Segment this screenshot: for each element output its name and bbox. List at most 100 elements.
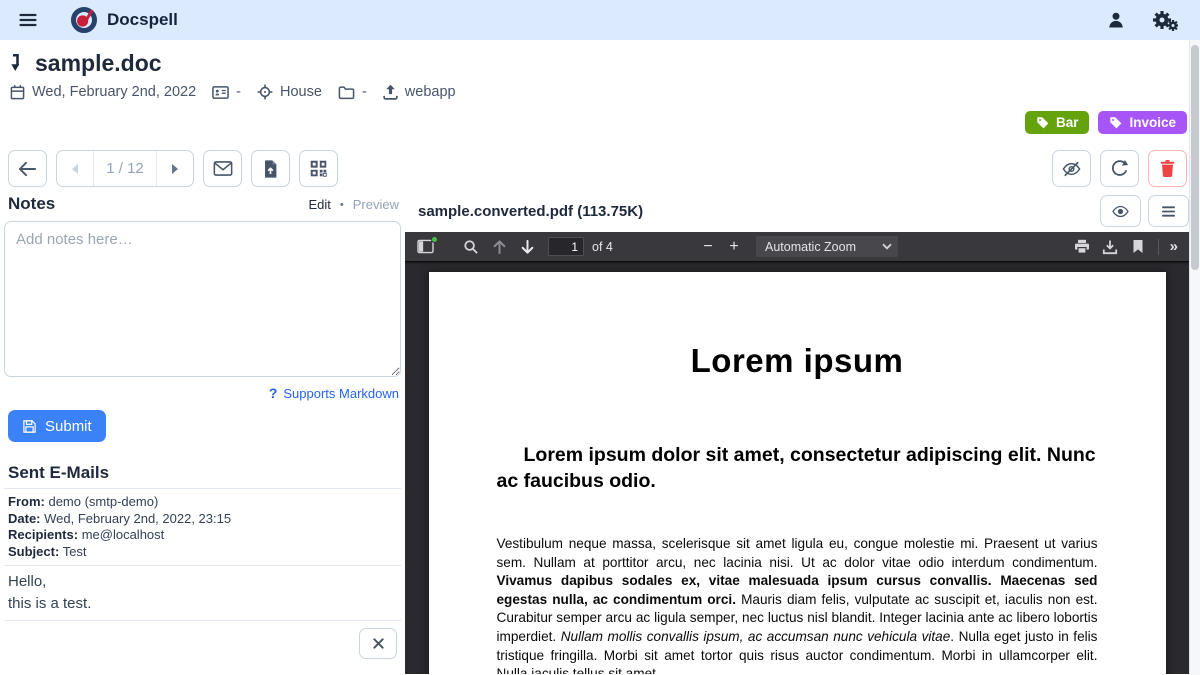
calendar-icon [10, 84, 25, 100]
mail-date-value: Wed, February 2nd, 2022, 23:15 [44, 511, 231, 526]
pdf-scroll-area[interactable]: Lorem ipsum Lorem ipsum dolor sit amet, … [405, 262, 1189, 674]
notes-tab-preview[interactable]: Preview [353, 197, 399, 212]
menu-icon[interactable] [16, 8, 40, 32]
subject-label: Subject: [8, 544, 59, 559]
pdf-page-up-button[interactable] [486, 235, 512, 259]
tab-separator-dot: • [340, 199, 344, 211]
caret-left-icon [72, 164, 78, 174]
arrow-down-icon [520, 239, 535, 255]
zoom-out-button[interactable]: − [696, 239, 720, 255]
save-icon [22, 419, 37, 434]
pdf-viewer: of 4 − + Automatic Zoom [405, 232, 1189, 674]
date-value: Wed, February 2nd, 2022 [32, 84, 196, 100]
unconfirm-button[interactable] [1052, 150, 1091, 187]
reprocess-button[interactable] [1100, 150, 1139, 187]
divider [4, 620, 401, 621]
pdf-sidebar-toggle-button[interactable] [412, 235, 438, 259]
concerning-item: House [257, 84, 322, 100]
folder-value: - [362, 84, 367, 100]
page-indicator[interactable]: 1 / 12 [94, 151, 156, 186]
notes-panel: Notes Edit • Preview ? Supports Markdown… [0, 194, 405, 674]
action-toolbar: 1 / 12 [0, 134, 1200, 187]
printer-icon [1074, 239, 1090, 254]
main-content: Notes Edit • Preview ? Supports Markdown… [0, 194, 1200, 674]
user-icon[interactable] [1106, 10, 1126, 30]
attachment-menu-button[interactable] [1148, 195, 1189, 227]
pdf-bookmark-button[interactable] [1125, 235, 1151, 259]
upload-icon [383, 84, 398, 100]
attachment-name: sample.converted.pdf (113.75K) [418, 203, 643, 220]
folder-icon [338, 85, 355, 100]
pdf-find-button[interactable] [458, 235, 484, 259]
pdf-more-tools-button[interactable]: » [1166, 238, 1182, 255]
trash-icon [1159, 159, 1176, 178]
markdown-hint-link[interactable]: ? Supports Markdown [4, 385, 401, 401]
toolbar-separator [1158, 239, 1159, 255]
eye-slash-icon [1061, 160, 1082, 178]
send-mail-button[interactable] [203, 150, 242, 187]
source-value: webapp [405, 84, 456, 100]
sent-emails-heading: Sent E-Mails [8, 463, 401, 483]
back-button[interactable] [8, 150, 47, 187]
notes-input[interactable] [4, 221, 401, 377]
envelope-icon [213, 160, 233, 177]
top-navbar: Docspell [0, 0, 1200, 40]
document-header: sample.doc Wed, February 2nd, 2022 - Hou… [0, 40, 1200, 100]
scrollbar-thumb[interactable] [1191, 45, 1199, 270]
from-value: demo (smtp-demo) [48, 494, 158, 509]
markdown-hint-label: Supports Markdown [283, 386, 399, 401]
pdf-download-button[interactable] [1097, 235, 1123, 259]
submit-button[interactable]: Submit [8, 410, 106, 442]
docspell-logo-icon [70, 6, 98, 34]
bars-icon [1161, 205, 1176, 218]
view-original-button[interactable] [1100, 195, 1141, 227]
qr-code-button[interactable] [299, 150, 338, 187]
download-icon [1102, 239, 1118, 255]
file-upload-icon [262, 159, 279, 179]
divider [4, 488, 401, 489]
delete-button[interactable] [1148, 150, 1187, 187]
sidebar-notification-dot [431, 236, 438, 243]
pdf-page-input[interactable] [548, 237, 584, 256]
close-mail-button[interactable] [359, 628, 397, 659]
pdf-print-button[interactable] [1069, 235, 1095, 259]
add-file-button[interactable] [251, 150, 290, 187]
pdf-document-title: Lorem ipsum [497, 342, 1098, 380]
brand[interactable]: Docspell [70, 6, 178, 34]
pdf-document-subtitle: Lorem ipsum dolor sit amet, consectetur … [497, 442, 1098, 494]
brand-name: Docspell [107, 10, 178, 30]
tag-bar[interactable]: Bar [1025, 111, 1090, 134]
attachment-pager: 1 / 12 [56, 150, 194, 187]
next-page-button[interactable] [156, 151, 193, 186]
document-meta: Wed, February 2nd, 2022 - House - webapp [10, 84, 1186, 100]
attachment-panel: sample.converted.pdf (113.75K) [405, 194, 1200, 674]
subject-value: Test [63, 544, 87, 559]
zoom-in-button[interactable]: + [722, 239, 746, 255]
pdf-paragraph: Vestibulum neque massa, scelerisque sit … [497, 535, 1098, 674]
mail-body-line: this is a test. [8, 593, 401, 615]
arrow-left-icon [18, 161, 37, 177]
pdf-page-down-button[interactable] [514, 235, 540, 259]
source-item: webapp [383, 84, 456, 100]
tag-invoice[interactable]: Invoice [1098, 111, 1187, 134]
mail-body-line: Hello, [8, 571, 401, 593]
zoom-mode-select[interactable]: Automatic Zoom [756, 236, 898, 257]
page-title: sample.doc [35, 50, 162, 77]
pdf-toolbar: of 4 − + Automatic Zoom [405, 232, 1189, 262]
pdf-text-run-italic: Nullam mollis convallis ipsum, ac accums… [561, 629, 951, 644]
page-scrollbar[interactable] [1189, 40, 1200, 675]
submit-label: Submit [45, 418, 92, 435]
notes-tab-edit[interactable]: Edit [308, 197, 330, 212]
correspondent-value: - [236, 84, 241, 100]
search-icon [463, 239, 479, 255]
tag-label: Invoice [1129, 115, 1176, 130]
tag-label: Bar [1056, 115, 1079, 130]
settings-gears-icon[interactable] [1152, 9, 1178, 31]
qr-code-icon [309, 159, 328, 178]
notes-heading: Notes [8, 194, 55, 214]
mail-meta: From: demo (smtp-demo) Date: Wed, Februa… [4, 494, 401, 560]
pdf-text-run: Vestibulum neque massa, scelerisque sit … [497, 536, 1098, 570]
prev-page-button[interactable] [57, 151, 94, 186]
arrow-up-icon [492, 239, 507, 255]
concerning-value: House [280, 84, 322, 100]
